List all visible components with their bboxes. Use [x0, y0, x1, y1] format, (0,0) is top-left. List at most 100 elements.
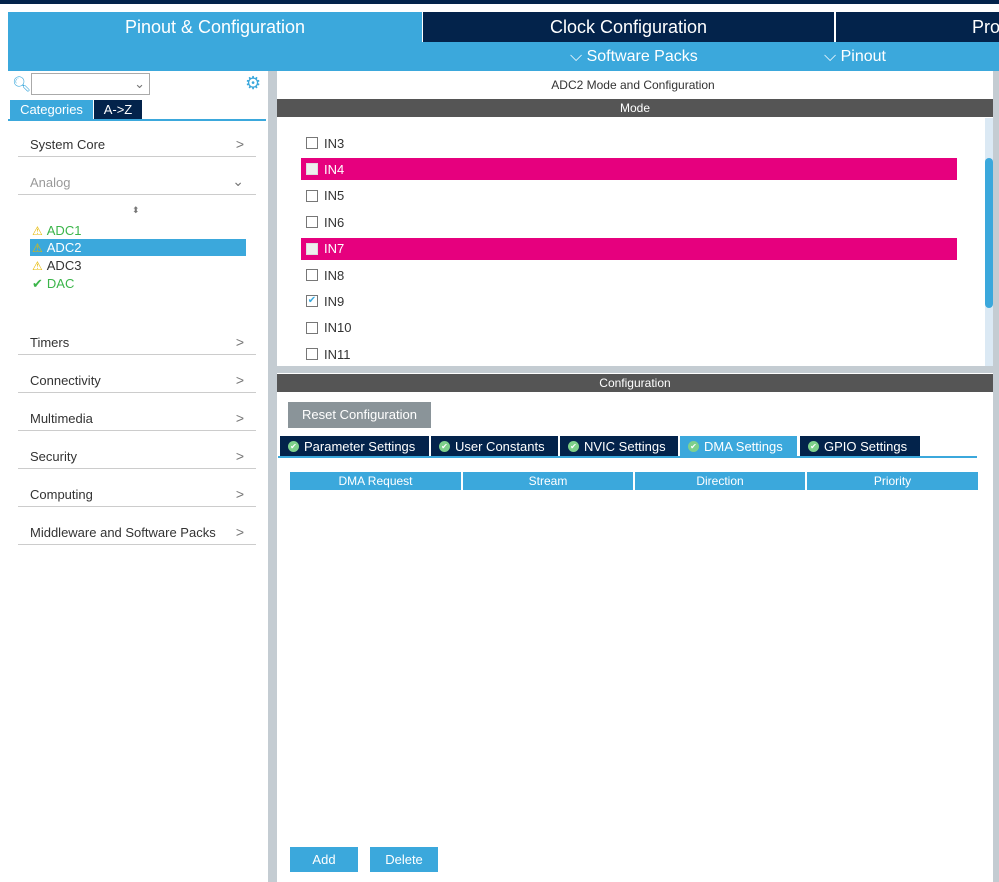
column-priority: Priority: [807, 472, 978, 490]
checkbox[interactable]: [306, 137, 318, 149]
category-label: Middleware and Software Packs: [30, 525, 216, 540]
tab-underline: [8, 119, 266, 121]
scrollbar-thumb[interactable]: [985, 158, 993, 308]
category-security[interactable]: Security >: [18, 443, 256, 469]
item-label: ADC3: [46, 258, 82, 273]
add-button[interactable]: Add: [290, 847, 358, 872]
item-label: DAC: [46, 276, 75, 291]
tab-parameter-settings[interactable]: ✔ Parameter Settings: [280, 436, 429, 456]
tab-categories[interactable]: Categories: [10, 100, 93, 119]
item-label: ADC2: [46, 240, 82, 255]
category-label: Connectivity: [30, 373, 101, 388]
category-computing[interactable]: Computing >: [18, 481, 256, 507]
mode-item-in3[interactable]: IN3: [301, 132, 957, 154]
analog-item-adc1[interactable]: ⚠ ADC1: [30, 222, 246, 239]
mode-item-in7[interactable]: IN7: [301, 237, 957, 260]
mode-item-in8[interactable]: IN8: [301, 264, 957, 286]
outer-scrollbar[interactable]: [993, 71, 999, 882]
mode-item-label: IN7: [324, 241, 345, 257]
tab-dma-settings[interactable]: ✔ DMA Settings: [680, 436, 797, 456]
tab-label: Parameter Settings: [304, 438, 416, 454]
mode-item-in9[interactable]: ✔ IN9: [301, 290, 957, 312]
category-middleware[interactable]: Middleware and Software Packs >: [18, 519, 256, 545]
chevron-right-icon: >: [235, 372, 244, 388]
check-icon: ✔: [32, 275, 43, 291]
check-circle-icon: ✔: [288, 440, 299, 452]
gear-icon[interactable]: ⚙: [245, 73, 261, 94]
tab-nvic-settings[interactable]: ✔ NVIC Settings: [560, 436, 678, 456]
column-dma-request: DMA Request: [290, 472, 461, 490]
mode-item-label: IN8: [324, 267, 345, 283]
delete-button[interactable]: Delete: [370, 847, 438, 872]
item-label: ADC1: [46, 223, 82, 238]
page-title: ADC2 Mode and Configuration: [551, 78, 715, 92]
checkbox[interactable]: [306, 348, 318, 361]
category-multimedia[interactable]: Multimedia >: [18, 405, 256, 431]
column-stream: Stream: [463, 472, 633, 490]
checkbox[interactable]: [306, 163, 318, 176]
category-timers[interactable]: Timers >: [18, 329, 256, 355]
chevron-right-icon: >: [235, 334, 244, 350]
checkbox[interactable]: [306, 216, 318, 229]
chevron-right-icon: >: [235, 524, 244, 540]
tab-gpio-settings[interactable]: ✔ GPIO Settings: [800, 436, 920, 456]
tab-pinout-configuration[interactable]: Pinout & Configuration: [8, 12, 422, 42]
sort-icon[interactable]: ⬍: [132, 205, 140, 216]
configuration-header: Configuration: [277, 374, 993, 392]
mode-item-in4[interactable]: IN4: [301, 158, 957, 181]
category-connectivity[interactable]: Connectivity >: [18, 367, 256, 393]
category-label: Multimedia: [30, 411, 93, 426]
mode-item-label: IN9: [324, 293, 345, 309]
search-icon: 🔍︎: [12, 76, 32, 93]
mode-item-label: IN11: [324, 346, 351, 362]
category-analog[interactable]: Analog ⌄: [18, 169, 256, 195]
check-circle-icon: ✔: [568, 440, 579, 452]
analog-item-adc3[interactable]: ⚠ ADC3: [30, 257, 246, 274]
category-label: Security: [30, 449, 77, 464]
reset-configuration-button[interactable]: Reset Configuration: [288, 402, 431, 428]
tab-project-manager[interactable]: Pro: [836, 12, 999, 42]
checkbox[interactable]: [306, 269, 318, 281]
category-label: System Core: [30, 137, 106, 152]
checkbox[interactable]: [306, 321, 318, 334]
mode-item-in5[interactable]: IN5: [301, 185, 957, 207]
warning-icon: ⚠: [32, 258, 43, 273]
chevron-down-icon: ⌄: [134, 76, 145, 91]
pinout-menu[interactable]: ⌵ Pinout: [824, 48, 886, 66]
mode-item-label: IN4: [324, 161, 345, 177]
analog-item-dac[interactable]: ✔ DAC: [30, 275, 246, 292]
tab-label: DMA Settings: [704, 438, 783, 454]
mode-scrollbar[interactable]: [985, 118, 993, 366]
mode-item-in11[interactable]: IN11: [301, 343, 957, 365]
analog-item-adc2[interactable]: ⚠ ADC2: [30, 239, 246, 256]
mode-item-in10[interactable]: IN10: [301, 317, 957, 339]
search-input[interactable]: ⌄: [31, 73, 150, 95]
chevron-right-icon: >: [235, 136, 244, 152]
category-label: Computing: [30, 487, 93, 502]
tab-label: GPIO Settings: [824, 438, 908, 454]
tab-label: User Constants: [455, 438, 545, 454]
tab-underline: [278, 456, 977, 458]
tab-clock-configuration[interactable]: Clock Configuration: [423, 12, 834, 42]
checkbox[interactable]: [306, 189, 318, 202]
tab-a-z[interactable]: A->Z: [94, 100, 142, 119]
checkbox[interactable]: ✔: [306, 295, 318, 308]
mode-item-label: IN10: [324, 320, 352, 336]
mode-header: Mode: [277, 99, 993, 117]
category-system-core[interactable]: System Core >: [18, 131, 256, 157]
panel-splitter[interactable]: [268, 71, 277, 882]
checkbox[interactable]: [306, 242, 318, 255]
mode-item-label: IN3: [324, 135, 345, 151]
category-label: Analog: [30, 175, 71, 190]
check-circle-icon: ✔: [808, 440, 819, 452]
mode-item-label: IN6: [324, 214, 345, 230]
splitter[interactable]: [277, 366, 993, 373]
warning-icon: ⚠: [32, 240, 43, 255]
tab-user-constants[interactable]: ✔ User Constants: [431, 436, 558, 456]
software-packs-menu[interactable]: ⌵ Software Packs: [570, 48, 698, 66]
chevron-down-icon: ⌵: [824, 48, 837, 65]
tab-label: NVIC Settings: [584, 438, 666, 454]
mode-item-in6[interactable]: IN6: [301, 211, 957, 233]
chevron-right-icon: >: [235, 410, 244, 426]
chevron-down-icon: ⌄: [232, 173, 244, 189]
